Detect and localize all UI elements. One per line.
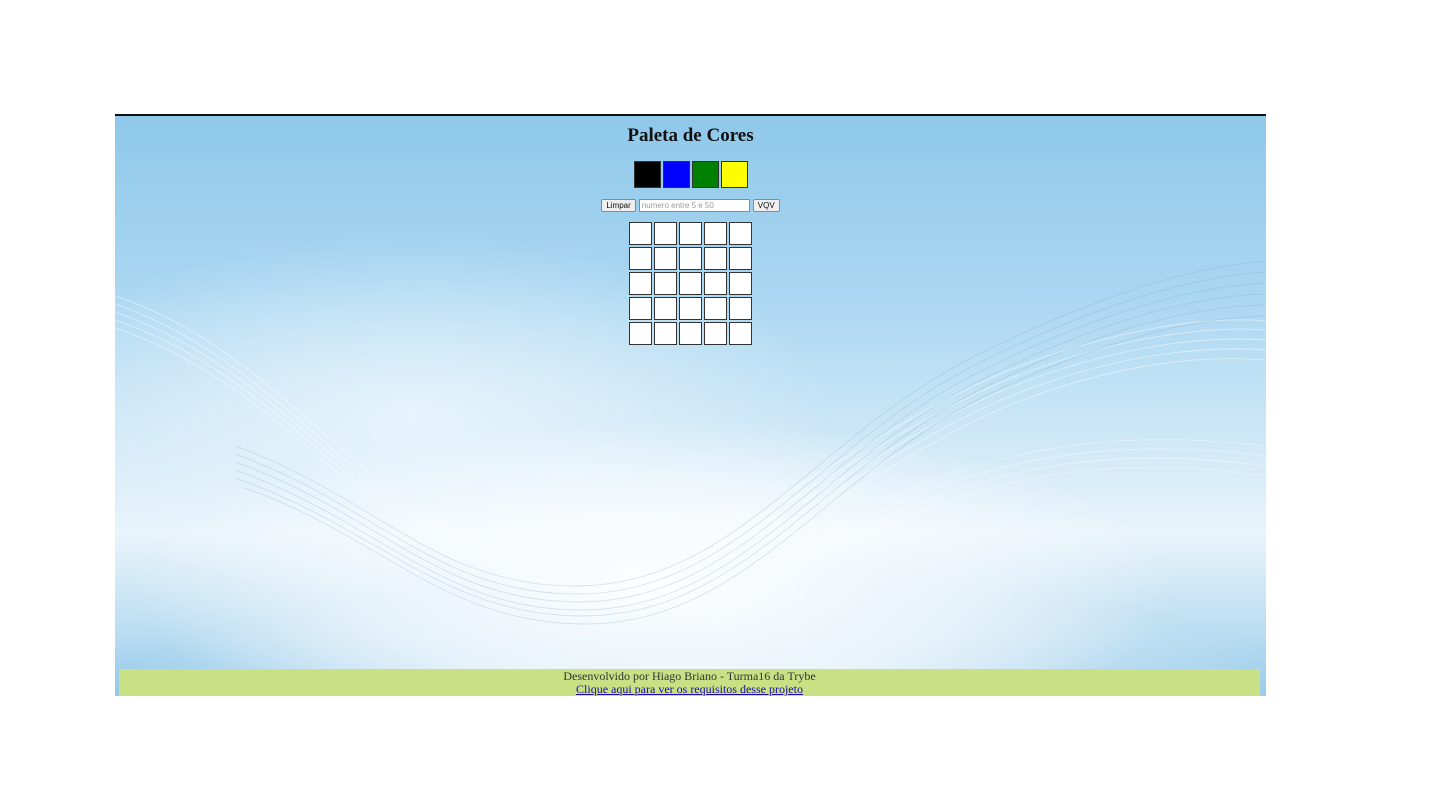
pixel-cell[interactable] (729, 297, 752, 320)
pixel-cell[interactable] (704, 247, 727, 270)
color-palette (115, 161, 1266, 188)
pixel-cell[interactable] (704, 297, 727, 320)
pixel-cell[interactable] (704, 322, 727, 345)
pixel-cell[interactable] (679, 297, 702, 320)
pixel-cell[interactable] (729, 222, 752, 245)
pixel-cell[interactable] (729, 247, 752, 270)
pixel-cell[interactable] (729, 272, 752, 295)
pixel-cell[interactable] (629, 247, 652, 270)
pixel-cell[interactable] (729, 322, 752, 345)
requirements-link[interactable]: Clique aqui para ver os requisitos desse… (576, 682, 803, 696)
pixel-cell[interactable] (629, 322, 652, 345)
board-controls: Limpar VQV (115, 199, 1266, 212)
pixel-cell[interactable] (629, 297, 652, 320)
pixel-cell[interactable] (654, 272, 677, 295)
pixel-cell[interactable] (654, 297, 677, 320)
clear-board-button[interactable]: Limpar (601, 199, 636, 212)
generate-board-button[interactable]: VQV (752, 199, 780, 212)
palette-color-blue[interactable] (662, 161, 690, 188)
pixel-cell[interactable] (679, 247, 702, 270)
pixel-cell[interactable] (679, 222, 702, 245)
pixel-cell[interactable] (629, 272, 652, 295)
pixel-cell[interactable] (704, 272, 727, 295)
footer: Desenvolvido por Hiago Briano - Turma16 … (119, 669, 1260, 696)
palette-color-green[interactable] (691, 161, 719, 188)
pixel-board (629, 222, 752, 345)
pixel-cell[interactable] (629, 222, 652, 245)
page-title: Paleta de Cores (627, 125, 754, 146)
pixel-cell[interactable] (704, 222, 727, 245)
pixel-cell[interactable] (654, 247, 677, 270)
app-viewport: Paleta de Cores Limpar VQV Desenvolvido … (115, 114, 1266, 696)
palette-color-yellow[interactable] (720, 161, 748, 188)
board-size-input[interactable] (638, 199, 750, 212)
pixel-cell[interactable] (654, 322, 677, 345)
palette-color-black[interactable] (633, 161, 661, 188)
pixel-cell[interactable] (679, 272, 702, 295)
pixel-cell[interactable] (654, 222, 677, 245)
pixel-cell[interactable] (679, 322, 702, 345)
